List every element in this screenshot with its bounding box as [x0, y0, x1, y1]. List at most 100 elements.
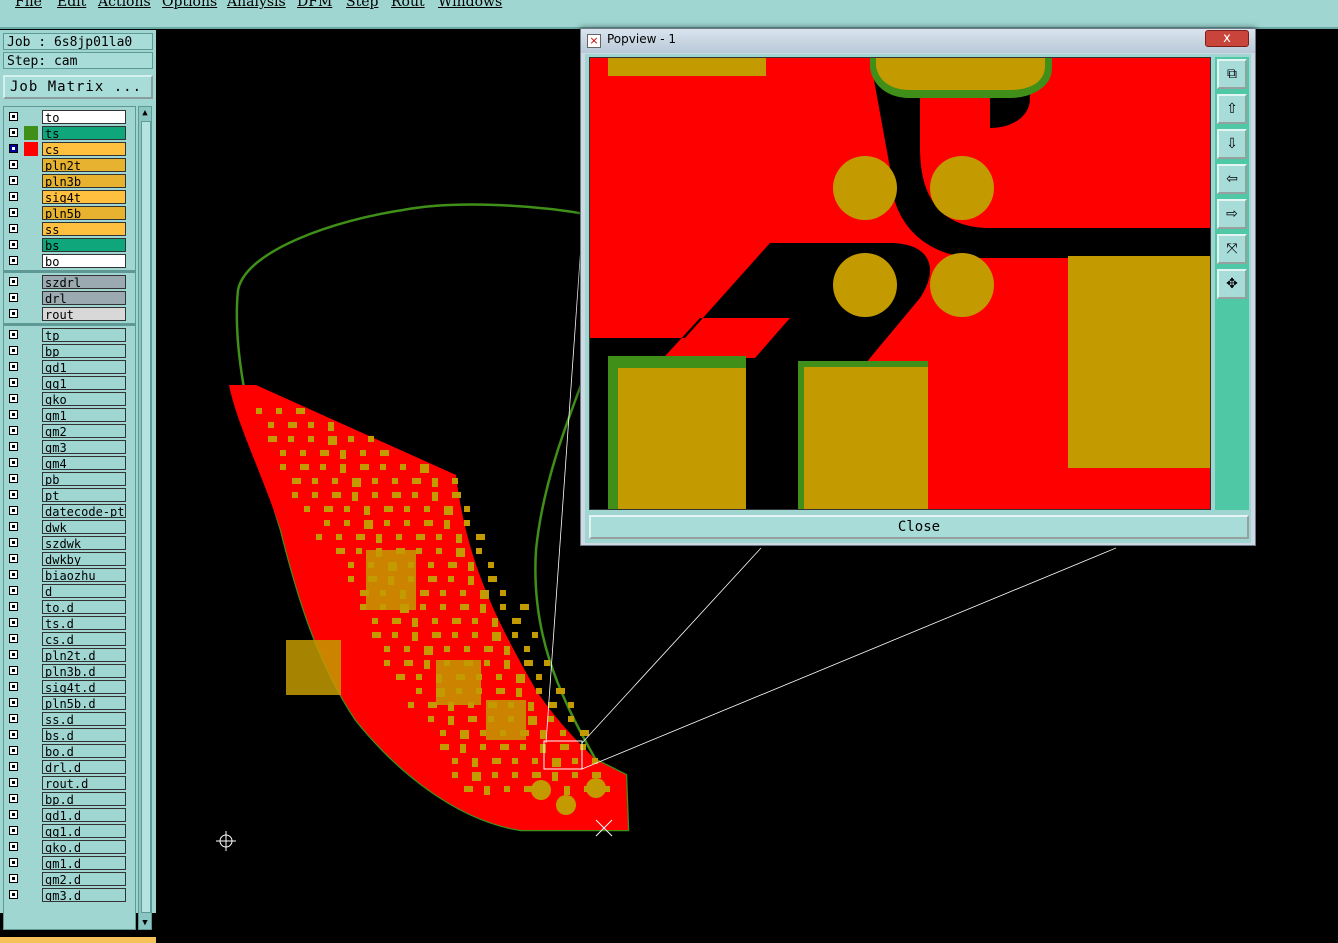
layer-checkbox[interactable] [9, 442, 18, 451]
layer-checkbox[interactable] [9, 634, 18, 643]
layer-row[interactable]: gm2.d [4, 871, 135, 887]
layer-color-swatch[interactable] [24, 488, 38, 502]
layer-row[interactable]: gd1.d [4, 807, 135, 823]
layer-color-swatch[interactable] [24, 110, 38, 124]
layer-checkbox[interactable] [9, 810, 18, 819]
layer-color-swatch[interactable] [24, 584, 38, 598]
layer-color-swatch[interactable] [24, 552, 38, 566]
zoom-home-button[interactable]: ⧉ [1217, 59, 1247, 89]
window-close-button[interactable]: x [1205, 30, 1249, 47]
menu-edit[interactable]: Edit [57, 0, 86, 10]
layer-row[interactable]: datecode-pt [4, 503, 135, 519]
layer-color-swatch[interactable] [24, 174, 38, 188]
layer-row[interactable]: pb [4, 471, 135, 487]
layer-row[interactable]: bo.d [4, 743, 135, 759]
layer-row[interactable]: gg1 [4, 375, 135, 391]
layer-row[interactable]: bs [4, 237, 135, 253]
layer-checkbox[interactable] [9, 346, 18, 355]
scroll-up-icon[interactable]: ▲ [140, 108, 150, 118]
layer-color-swatch[interactable] [24, 696, 38, 710]
layer-checkbox[interactable] [9, 224, 18, 233]
layer-color-swatch[interactable] [24, 680, 38, 694]
layer-row[interactable]: pt [4, 487, 135, 503]
layer-checkbox[interactable] [9, 192, 18, 201]
layer-row[interactable]: pln2t [4, 157, 135, 173]
layer-row[interactable]: gm4 [4, 455, 135, 471]
layer-color-swatch[interactable] [24, 222, 38, 236]
layer-row[interactable]: ts.d [4, 615, 135, 631]
layer-checkbox[interactable] [9, 112, 18, 121]
layer-checkbox[interactable] [9, 794, 18, 803]
layer-row[interactable]: d [4, 583, 135, 599]
layer-checkbox[interactable] [9, 330, 18, 339]
layer-color-swatch[interactable] [24, 158, 38, 172]
layer-row[interactable]: bp.d [4, 791, 135, 807]
popview-close-button[interactable]: Close [589, 515, 1249, 539]
menu-file[interactable]: File [15, 0, 42, 10]
popview-titlebar[interactable]: × Popview - 1 x [581, 29, 1255, 53]
layer-row[interactable]: sig4t [4, 189, 135, 205]
fit-button[interactable]: ⤧ [1217, 234, 1247, 264]
layer-row[interactable]: szdwk [4, 535, 135, 551]
menu-windows[interactable]: Windows [438, 0, 502, 10]
layer-color-swatch[interactable] [24, 568, 38, 582]
layer-row[interactable]: pln3b [4, 173, 135, 189]
layer-color-swatch[interactable] [24, 360, 38, 374]
layer-color-swatch[interactable] [24, 126, 38, 140]
layer-checkbox[interactable] [9, 522, 18, 531]
layer-checkbox[interactable] [9, 394, 18, 403]
layer-color-swatch[interactable] [24, 504, 38, 518]
layer-row[interactable]: cs.d [4, 631, 135, 647]
layer-row[interactable]: drl [4, 290, 135, 306]
layer-checkbox[interactable] [9, 874, 18, 883]
layer-row[interactable]: gm1 [4, 407, 135, 423]
layer-checkbox[interactable] [9, 426, 18, 435]
layer-list-scrollbar[interactable]: ▲ ▼ [138, 106, 152, 930]
menu-dfm[interactable]: DFM [297, 0, 332, 10]
layer-checkbox[interactable] [9, 176, 18, 185]
layer-row[interactable]: pln3b.d [4, 663, 135, 679]
layer-checkbox[interactable] [9, 586, 18, 595]
layer-list[interactable]: to ts cs pln2t pln3b sig4t pln5b ss bs bo szdrl drl… [3, 106, 136, 930]
layer-row[interactable]: tp [4, 327, 135, 343]
layer-row[interactable]: pln5b [4, 205, 135, 221]
layer-color-swatch[interactable] [24, 888, 38, 902]
layer-color-swatch[interactable] [24, 600, 38, 614]
layer-color-swatch[interactable] [24, 536, 38, 550]
layer-checkbox[interactable] [9, 682, 18, 691]
layer-row[interactable]: pln2t.d [4, 647, 135, 663]
layer-color-swatch[interactable] [24, 760, 38, 774]
layer-checkbox[interactable] [9, 666, 18, 675]
layer-row[interactable]: sig4t.d [4, 679, 135, 695]
layer-checkbox[interactable] [9, 842, 18, 851]
menu-rout[interactable]: Rout [391, 0, 425, 10]
menu-options[interactable]: Options [162, 0, 217, 10]
layer-checkbox[interactable] [9, 602, 18, 611]
pan-left-button[interactable]: ⇦ [1217, 164, 1247, 194]
layer-color-swatch[interactable] [24, 307, 38, 321]
layer-color-swatch[interactable] [24, 328, 38, 342]
menu-step[interactable]: Step [346, 0, 378, 10]
layer-row[interactable]: to.d [4, 599, 135, 615]
layer-checkbox[interactable] [9, 858, 18, 867]
layer-color-swatch[interactable] [24, 824, 38, 838]
layer-color-swatch[interactable] [24, 840, 38, 854]
layer-row[interactable]: gko [4, 391, 135, 407]
layer-color-swatch[interactable] [24, 872, 38, 886]
layer-row[interactable]: ts [4, 125, 135, 141]
layer-color-swatch[interactable] [24, 648, 38, 662]
popview-canvas[interactable] [589, 57, 1211, 510]
layer-checkbox[interactable] [9, 474, 18, 483]
scroll-down-icon[interactable]: ▼ [140, 918, 150, 928]
layer-row[interactable]: gm3 [4, 439, 135, 455]
layer-row[interactable]: bp [4, 343, 135, 359]
layer-checkbox[interactable] [9, 293, 18, 302]
layer-row[interactable]: bo [4, 253, 135, 269]
layer-row[interactable]: drl.d [4, 759, 135, 775]
pan-right-button[interactable]: ⇨ [1217, 199, 1247, 229]
layer-checkbox[interactable] [9, 208, 18, 217]
center-button[interactable]: ✥ [1217, 269, 1247, 299]
layer-row[interactable]: szdrl [4, 274, 135, 290]
layer-row[interactable]: pln5b.d [4, 695, 135, 711]
layer-row[interactable]: rout [4, 306, 135, 322]
